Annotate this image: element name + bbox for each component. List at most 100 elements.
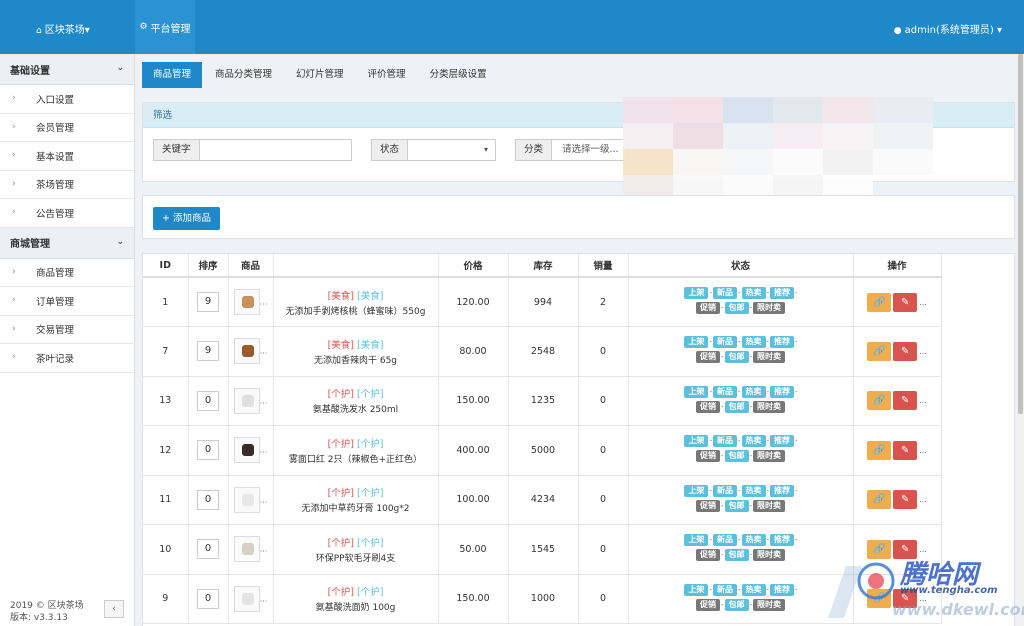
sidebar-item[interactable]: › 订单管理 — [0, 287, 134, 316]
edit-button[interactable]: ✎ — [893, 490, 918, 510]
tab-product-categories[interactable]: 商品分类管理 — [204, 62, 283, 88]
status-badge[interactable]: 推荐 — [770, 435, 795, 448]
more-actions[interactable]: ... — [919, 396, 927, 405]
tab-platform-management[interactable]: ⚙ 平台管理 — [135, 0, 195, 54]
col-header-id[interactable]: ID — [143, 254, 189, 278]
status-badge[interactable]: 上架 — [684, 583, 709, 596]
status-badge[interactable]: 包邮 — [724, 450, 749, 463]
sidebar-item[interactable]: › 会员管理 — [0, 114, 134, 142]
status-badge[interactable]: 包邮 — [724, 598, 749, 611]
sort-input[interactable]: 0 — [197, 440, 219, 461]
keyword-input[interactable] — [199, 139, 352, 161]
status-badge[interactable]: 新品 — [712, 385, 737, 398]
status-badge[interactable]: 推荐 — [770, 484, 795, 497]
status-badge[interactable]: 促销 — [695, 400, 720, 413]
sidebar-item[interactable]: › 基本设置 — [0, 142, 134, 171]
status-badge[interactable]: 限时卖 — [753, 351, 786, 364]
status-badge[interactable]: 推荐 — [770, 385, 795, 398]
sort-input[interactable]: 9 — [197, 292, 219, 312]
status-badge[interactable]: 新品 — [712, 484, 737, 497]
product-thumbnail[interactable] — [233, 486, 260, 513]
status-badge[interactable]: 促销 — [695, 450, 720, 463]
status-badge[interactable]: 促销 — [695, 499, 720, 512]
col-header-stock[interactable]: 库存 — [508, 254, 579, 278]
status-badge[interactable]: 促销 — [695, 549, 720, 562]
brand-menu[interactable]: ⌂ 区块茶场▾ — [36, 21, 90, 36]
scrollbar-thumb[interactable] — [1018, 54, 1023, 414]
status-badge[interactable]: 上架 — [684, 484, 709, 497]
sidebar-item[interactable]: › 交易管理 — [0, 316, 134, 344]
status-badge[interactable]: 热卖 — [741, 534, 766, 547]
link-button[interactable]: 🔗 — [867, 292, 892, 312]
product-thumbnail[interactable] — [233, 338, 260, 365]
link-button[interactable]: 🔗 — [867, 490, 892, 510]
status-select[interactable]: ▾ — [408, 139, 497, 161]
col-header-price[interactable]: 价格 — [438, 254, 509, 278]
sidebar-item[interactable]: › 公告管理 — [0, 199, 134, 228]
status-badge[interactable]: 新品 — [712, 435, 737, 448]
page-scrollbar[interactable] — [1017, 54, 1024, 626]
status-badge[interactable]: 限时卖 — [753, 549, 786, 562]
status-badge[interactable]: 新品 — [712, 534, 737, 547]
link-button[interactable]: 🔗 — [867, 341, 892, 361]
more-actions[interactable]: ... — [919, 495, 927, 504]
status-badge[interactable]: 限时卖 — [753, 302, 786, 314]
status-badge[interactable]: 推荐 — [770, 534, 795, 547]
tab-category-levels[interactable]: 分类层级设置 — [419, 62, 498, 88]
status-badge[interactable]: 新品 — [712, 287, 737, 299]
status-badge[interactable]: 限时卖 — [753, 400, 786, 413]
status-badge[interactable]: 包邮 — [724, 499, 749, 512]
col-header-sales[interactable]: 销量 — [578, 254, 629, 278]
link-button[interactable]: 🔗 — [867, 391, 892, 411]
status-badge[interactable]: 限时卖 — [753, 499, 786, 512]
category-select[interactable]: 请选择一级... — [552, 139, 629, 161]
status-badge[interactable]: 上架 — [684, 435, 709, 448]
sort-input[interactable]: 0 — [197, 539, 219, 560]
status-badge[interactable]: 热卖 — [741, 385, 766, 398]
status-badge[interactable]: 新品 — [712, 336, 737, 349]
edit-button[interactable]: ✎ — [893, 341, 918, 361]
status-badge[interactable]: 上架 — [684, 534, 709, 547]
product-thumbnail[interactable] — [233, 289, 260, 315]
status-badge[interactable]: 上架 — [684, 385, 709, 398]
status-badge[interactable]: 热卖 — [741, 435, 766, 448]
status-badge[interactable]: 促销 — [695, 598, 720, 611]
tab-products[interactable]: 商品管理 — [142, 62, 203, 88]
tab-slides[interactable]: 幻灯片管理 — [285, 62, 355, 88]
edit-button[interactable]: ✎ — [893, 391, 918, 411]
status-badge[interactable]: 热卖 — [741, 287, 766, 299]
status-badge[interactable]: 热卖 — [741, 583, 766, 596]
more-actions[interactable]: ... — [919, 298, 927, 307]
more-actions[interactable]: ... — [919, 347, 927, 356]
status-badge[interactable]: 热卖 — [741, 484, 766, 497]
sort-input[interactable]: 0 — [197, 390, 219, 411]
col-header-sort[interactable]: 排序 — [188, 254, 229, 278]
status-badge[interactable]: 包邮 — [724, 302, 749, 314]
status-badge[interactable]: 包邮 — [724, 400, 749, 413]
edit-button[interactable]: ✎ — [893, 292, 918, 312]
status-badge[interactable]: 热卖 — [741, 336, 766, 349]
sidebar-item[interactable]: › 茶叶记录 — [0, 344, 134, 373]
product-thumbnail[interactable] — [233, 585, 260, 612]
user-menu[interactable]: ● admin(系统管理员) ▾ — [894, 21, 1002, 36]
more-actions[interactable]: ... — [919, 446, 927, 455]
add-product-button[interactable]: + 添加商品 — [153, 207, 221, 230]
status-badge[interactable]: 促销 — [695, 351, 720, 364]
status-badge[interactable]: 推荐 — [770, 287, 795, 299]
tab-reviews[interactable]: 评价管理 — [357, 62, 417, 88]
sidebar-group-basic[interactable]: 基础设置 ⌄ — [0, 54, 134, 85]
status-badge[interactable]: 促销 — [695, 302, 720, 314]
sidebar-group-mall[interactable]: 商城管理 ⌄ — [0, 227, 134, 259]
product-thumbnail[interactable] — [233, 536, 260, 563]
sort-input[interactable]: 0 — [197, 588, 219, 609]
sidebar-item[interactable]: › 茶场管理 — [0, 171, 134, 199]
sort-input[interactable]: 0 — [197, 489, 219, 510]
status-badge[interactable]: 限时卖 — [753, 598, 786, 611]
status-badge[interactable]: 新品 — [712, 583, 737, 596]
edit-button[interactable]: ✎ — [893, 440, 918, 460]
status-badge[interactable]: 包邮 — [724, 351, 749, 364]
product-thumbnail[interactable] — [233, 387, 260, 414]
status-badge[interactable]: 上架 — [684, 287, 709, 299]
status-badge[interactable]: 上架 — [684, 336, 709, 349]
product-thumbnail[interactable] — [233, 437, 260, 464]
